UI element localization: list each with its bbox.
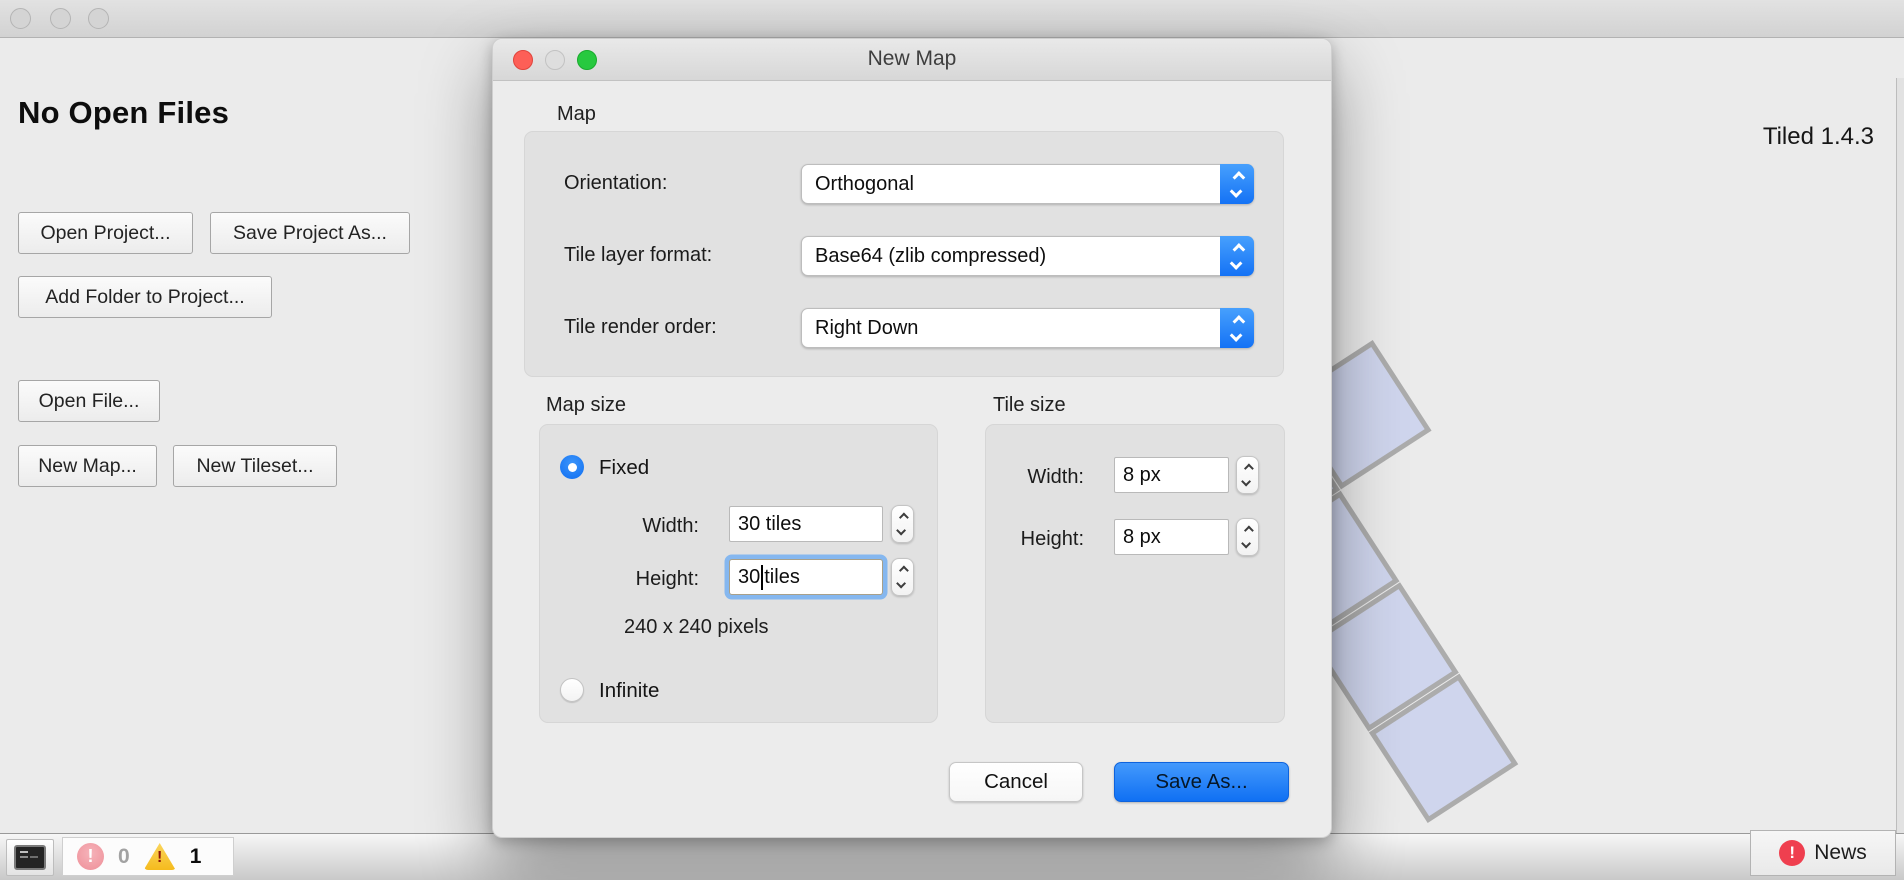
main-zoom-button[interactable] [88, 8, 109, 29]
map-section-label: Map [557, 103, 596, 126]
fixed-radio-label: Fixed [599, 456, 649, 480]
fixed-radio[interactable] [560, 455, 584, 479]
map-width-stepper[interactable] [891, 505, 914, 543]
map-width-label: Width: [624, 515, 699, 538]
stepper-down-icon[interactable] [896, 579, 906, 589]
stepper-down-icon[interactable] [1241, 539, 1251, 549]
main-window-titlebar [0, 0, 1904, 38]
tile-height-input[interactable]: 8 px [1114, 519, 1229, 555]
console-icon [14, 845, 46, 870]
chevron-up-down-icon [1220, 236, 1254, 276]
tile-layer-format-dropdown[interactable]: Base64 (zlib compressed) [801, 236, 1254, 276]
tile-render-order-dropdown[interactable]: Right Down [801, 308, 1254, 348]
dialog-title: New Map [493, 47, 1331, 71]
issue-counts-panel[interactable]: ! 0 ! 1 [62, 837, 234, 876]
tile-width-stepper[interactable] [1236, 456, 1259, 494]
error-icon: ! [77, 843, 104, 870]
status-bar: ! 0 ! 1 ! News [0, 833, 1904, 880]
tile-height-label: Height: [1003, 528, 1084, 551]
orientation-label: Orientation: [564, 172, 667, 195]
infinite-radio-label: Infinite [599, 679, 659, 703]
new-map-dialog: New Map Map Orientation: Orthogonal Tile… [492, 38, 1332, 838]
orientation-dropdown[interactable]: Orthogonal [801, 164, 1254, 204]
map-width-input[interactable]: 30 tiles [729, 506, 883, 542]
stepper-up-icon[interactable] [1244, 464, 1254, 474]
news-alert-icon: ! [1779, 840, 1805, 866]
dialog-titlebar[interactable]: New Map [493, 39, 1331, 81]
console-toggle-button[interactable] [6, 839, 54, 876]
tile-height-stepper[interactable] [1236, 518, 1259, 556]
stepper-down-icon[interactable] [896, 526, 906, 536]
tile-width-input[interactable]: 8 px [1114, 457, 1229, 493]
map-height-stepper[interactable] [891, 558, 914, 596]
news-label: News [1814, 841, 1867, 865]
news-button[interactable]: ! News [1750, 830, 1896, 876]
chevron-up-down-icon [1220, 164, 1254, 204]
map-height-label: Height: [618, 568, 699, 591]
tile-size-section-label: Tile size [993, 394, 1066, 417]
stepper-up-icon[interactable] [899, 513, 909, 523]
infinite-radio[interactable] [560, 678, 584, 702]
text-caret [761, 565, 763, 590]
stepper-down-icon[interactable] [1241, 477, 1251, 487]
main-close-button[interactable] [10, 8, 31, 29]
cancel-button[interactable]: Cancel [949, 762, 1083, 802]
tile-render-order-label: Tile render order: [564, 316, 717, 339]
error-count: 0 [118, 845, 130, 869]
tile-layer-format-label: Tile layer format: [564, 244, 712, 267]
chevron-up-down-icon [1220, 308, 1254, 348]
map-height-input[interactable]: 30tiles [729, 559, 883, 595]
warning-count: 1 [190, 845, 202, 869]
main-minimize-button[interactable] [50, 8, 71, 29]
tile-width-label: Width: [1009, 466, 1084, 489]
stepper-up-icon[interactable] [899, 566, 909, 576]
map-pixel-size-summary: 240 x 240 pixels [624, 616, 769, 639]
map-size-section-label: Map size [546, 394, 626, 417]
save-as-button[interactable]: Save As... [1114, 762, 1289, 802]
stepper-up-icon[interactable] [1244, 526, 1254, 536]
warning-icon: ! [144, 843, 176, 870]
